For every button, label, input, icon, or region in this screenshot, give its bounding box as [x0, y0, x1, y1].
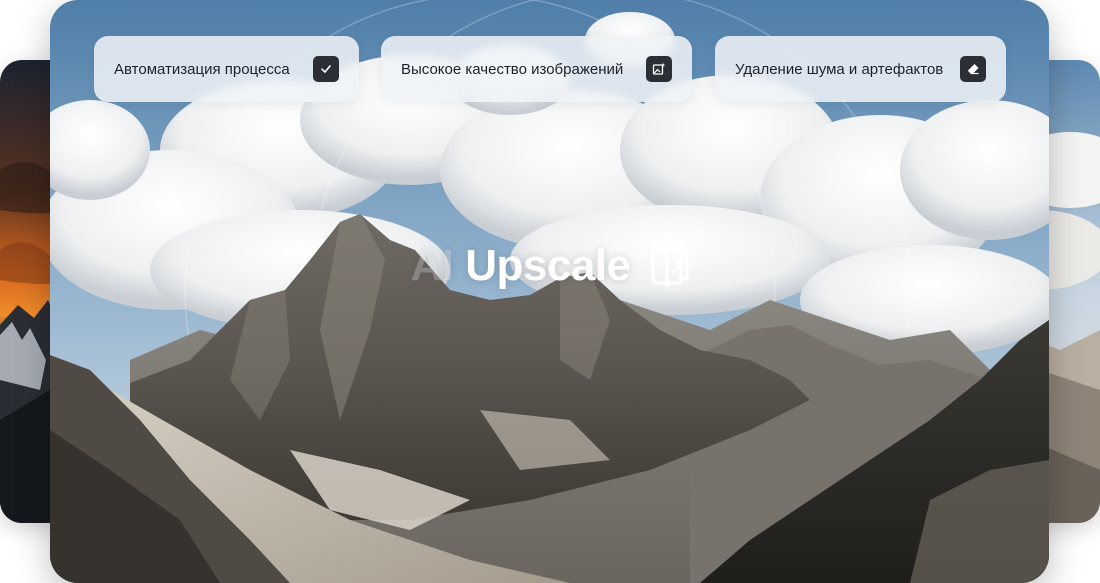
feature-label: Автоматизация процесса — [114, 60, 290, 78]
checkmark-icon — [313, 56, 339, 82]
hero-card: Автоматизация процесса Высокое качество … — [50, 0, 1049, 583]
eraser-icon — [960, 56, 986, 82]
image-sparkle-icon — [646, 56, 672, 82]
feature-label: Высокое качество изображений — [401, 60, 624, 78]
feature-label: Удаление шума и артефактов — [735, 60, 944, 78]
feature-pill-denoise: Удаление шума и артефактов — [715, 36, 1006, 102]
feature-pill-quality: Высокое качество изображений — [381, 36, 692, 102]
feature-pill-automation: Автоматизация процесса — [94, 36, 359, 102]
